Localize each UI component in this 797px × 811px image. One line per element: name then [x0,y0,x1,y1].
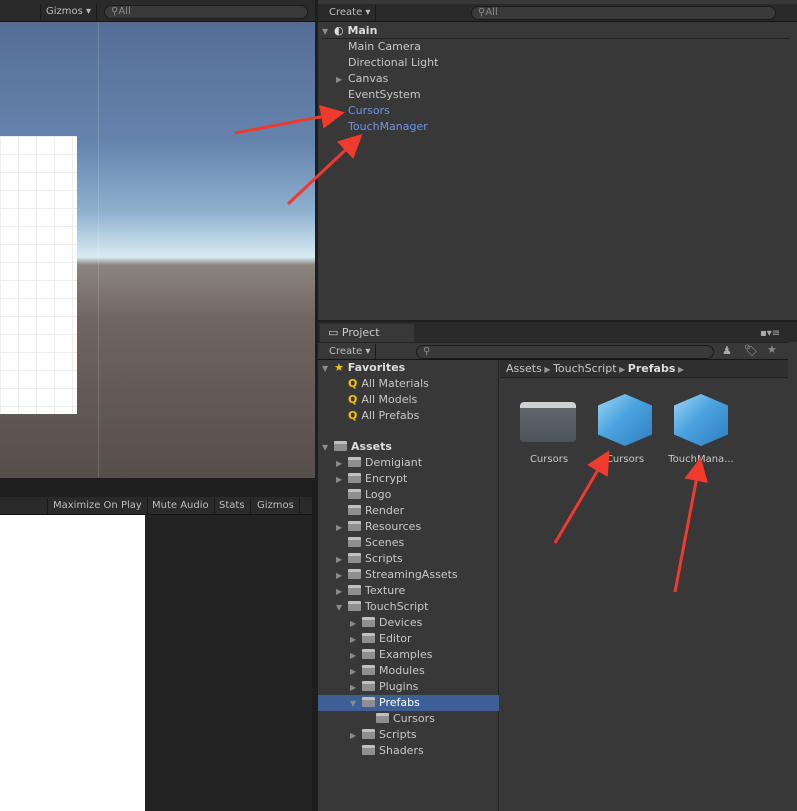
arrow-to-cursors-prefab [553,450,610,544]
annotation-arrows [234,104,708,593]
arrow-to-touchmanager-prefab [673,457,708,593]
arrow-to-cursors [234,104,345,135]
arrow-to-touchmanager [286,133,363,206]
